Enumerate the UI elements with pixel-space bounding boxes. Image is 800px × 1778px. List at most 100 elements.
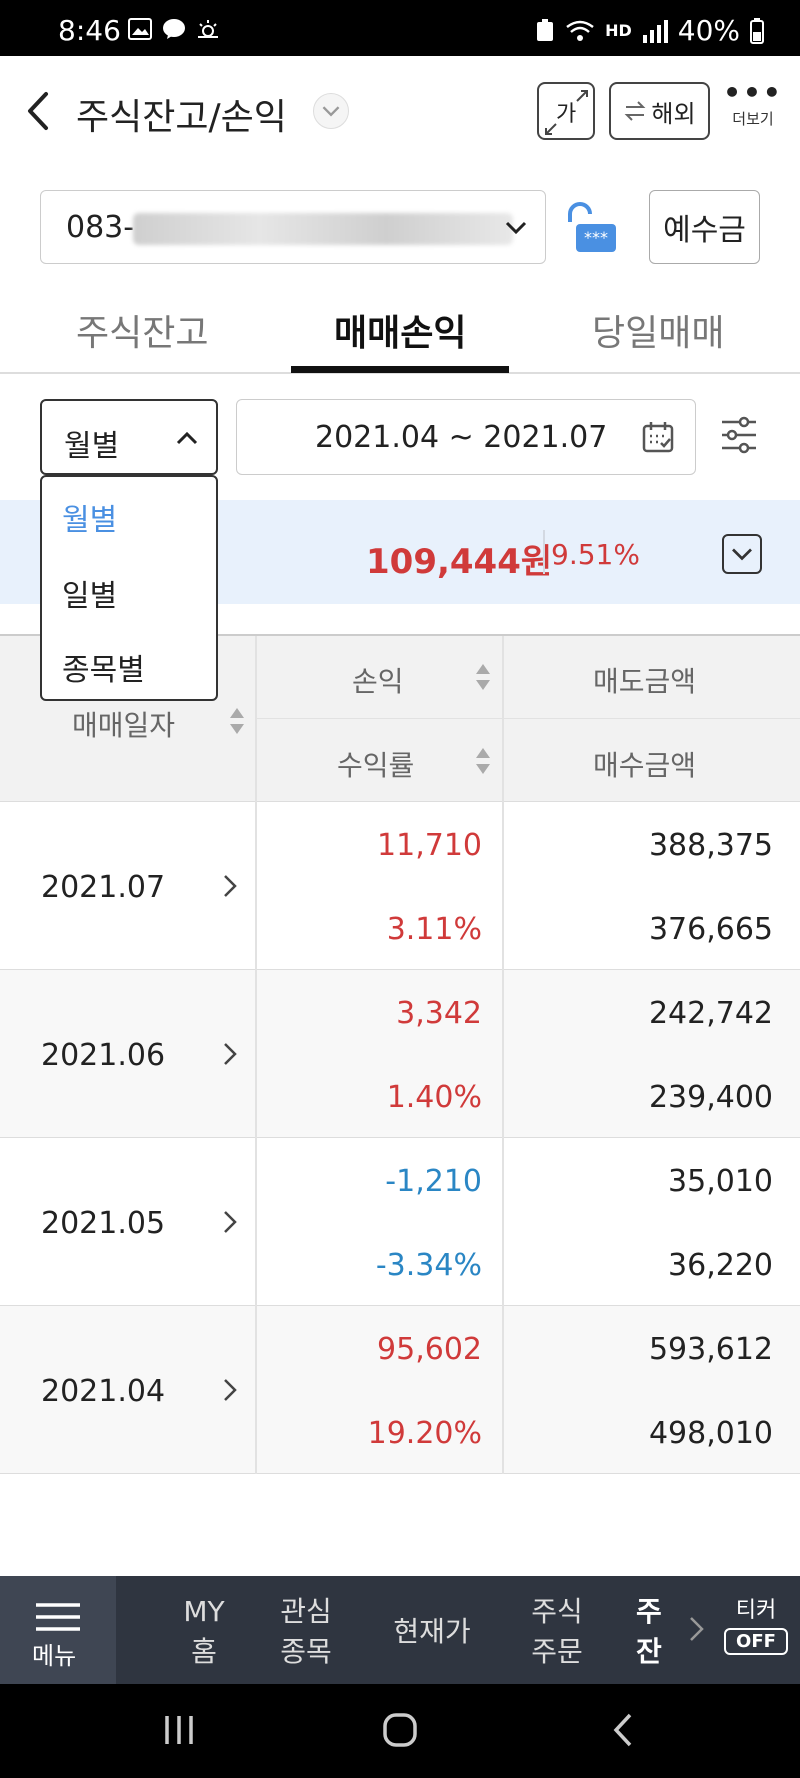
nav-watchlist[interactable]: 관심 종목 (275, 1592, 337, 1672)
title-dropdown-icon[interactable] (313, 93, 349, 129)
status-right: HD 40% (535, 14, 764, 47)
chevron-right-icon (224, 1211, 237, 1233)
battery-icon (750, 17, 764, 44)
row-sell-amount: 593,612 (648, 1332, 773, 1367)
tab-trading-profit[interactable]: 매매손익 (334, 304, 466, 356)
account-number: 083- (66, 210, 135, 245)
chevron-right-icon[interactable] (686, 1614, 708, 1644)
nav-label: MY (183, 1595, 225, 1628)
row-date: 2021.04 (41, 1374, 166, 1409)
cell-divider (255, 802, 257, 970)
nav-label: 홈 (191, 1635, 217, 1668)
header-rate[interactable]: 수익률 (337, 744, 414, 784)
total-profit-rate: 9.51% (551, 538, 640, 571)
back-icon[interactable] (18, 86, 58, 136)
chevron-down-icon (505, 221, 527, 235)
system-nav-bar (0, 1684, 800, 1778)
back-nav-icon[interactable] (610, 1712, 636, 1748)
sort-icon[interactable] (228, 706, 246, 736)
row-rate: 3.11% (386, 912, 482, 947)
header-date[interactable]: 매매일자 (72, 704, 175, 744)
row-date: 2021.07 (41, 870, 166, 905)
chevron-right-icon (224, 1043, 237, 1065)
cell-divider (502, 802, 504, 970)
shrink-arrow-icon (545, 123, 557, 135)
period-option-by-stock[interactable]: 종목별 (62, 645, 145, 689)
table-row[interactable]: 2021.04 95,602 19.20% 593,612 498,010 (0, 1306, 800, 1474)
more-icon: ••• (723, 76, 783, 109)
period-option-daily[interactable]: 일별 (62, 571, 117, 615)
ticker-toggle[interactable]: 티커 OFF (724, 1592, 788, 1655)
status-left-icons (128, 18, 220, 40)
signal-icon (642, 19, 668, 43)
nav-my-home[interactable]: MY 홈 (180, 1592, 228, 1672)
deposit-button[interactable]: 예수금 (649, 190, 760, 264)
summary-divider (543, 530, 545, 574)
period-select[interactable]: 월별 (40, 399, 218, 475)
row-sell-amount: 388,375 (648, 828, 773, 863)
nav-current-price[interactable]: 현재가 (388, 1612, 476, 1652)
settings-sliders-icon[interactable] (718, 414, 760, 456)
hd-voice-label: HD (605, 21, 632, 40)
sort-icon[interactable] (474, 662, 492, 692)
recent-apps-icon[interactable] (162, 1714, 196, 1746)
nav-stock-order[interactable]: 주식 주문 (526, 1592, 588, 1672)
row-date: 2021.06 (41, 1038, 166, 1073)
header-divider (502, 636, 504, 804)
svg-text:***: *** (584, 228, 608, 247)
nav-label: 주식 (531, 1595, 583, 1628)
ticker-label: 티커 (735, 1598, 777, 1623)
battery-percent: 40% (677, 14, 740, 47)
header-profit[interactable]: 손익 (352, 660, 404, 700)
date-range-value: 2021.04 ~ 2021.07 (315, 420, 608, 455)
chevron-up-icon (176, 431, 198, 445)
row-profit: 3,342 (396, 996, 482, 1031)
row-buy-amount: 376,665 (648, 912, 773, 947)
chevron-right-icon (224, 1379, 237, 1401)
period-option-monthly[interactable]: 월별 (62, 495, 117, 539)
row-rate: 19.20% (367, 1416, 482, 1451)
nav-label: 주문 (531, 1635, 583, 1668)
status-time: 8:46 (58, 14, 121, 47)
table-row[interactable]: 2021.07 11,710 3.11% 388,375 376,665 (0, 802, 800, 970)
tab-stock-balance[interactable]: 주식잔고 (76, 304, 208, 356)
font-size-button[interactable]: 가 (537, 82, 595, 140)
table-row[interactable]: 2021.05 -1,210 -3.34% 35,010 36,220 (0, 1138, 800, 1306)
expand-summary-icon[interactable] (722, 534, 762, 574)
cell-divider (502, 1138, 504, 1306)
tab-daily-trading[interactable]: 당일매매 (592, 304, 724, 356)
period-selected-value: 월별 (64, 429, 120, 464)
battery-saver-icon (537, 18, 554, 41)
app-header: 주식잔고/손익 가 해외 ••• 더보기 (0, 56, 800, 168)
hamburger-icon (36, 1603, 80, 1631)
row-profit: 11,710 (377, 828, 482, 863)
gallery-icon (128, 18, 152, 40)
header-buy-amount: 매수금액 (593, 749, 697, 782)
cell-divider (502, 1306, 504, 1474)
account-selector[interactable]: 083- (40, 190, 546, 264)
nav-label: 관심 (280, 1595, 332, 1628)
home-icon[interactable] (382, 1712, 418, 1748)
date-range-field[interactable]: 2021.04 ~ 2021.07 (236, 399, 696, 475)
sort-icon[interactable] (474, 746, 492, 776)
page-title: 주식잔고/손익 (76, 97, 287, 138)
more-button[interactable]: ••• 더보기 (722, 76, 784, 152)
account-number-masked (133, 213, 513, 245)
menu-button[interactable]: 메뉴 (0, 1576, 116, 1684)
header-divider (255, 636, 257, 804)
cell-divider (255, 1138, 257, 1306)
row-buy-amount: 498,010 (648, 1416, 773, 1451)
table-row[interactable]: 2021.06 3,342 1.40% 242,742 239,400 (0, 970, 800, 1138)
overseas-label: 해외 (651, 99, 696, 128)
bottom-nav: 메뉴 MY 홈 관심 종목 현재가 주식 주문 주 잔 티커 OFF (0, 1576, 800, 1684)
row-rate: 1.40% (386, 1080, 482, 1115)
row-sell-amount: 35,010 (668, 1164, 773, 1199)
overseas-button[interactable]: 해외 (609, 82, 710, 140)
nav-label: 현재가 (393, 1615, 471, 1648)
calendar-icon[interactable] (641, 420, 675, 454)
cell-divider (255, 1306, 257, 1474)
nav-stock-balance-active[interactable]: 주 잔 (636, 1592, 664, 1672)
unlock-icon[interactable]: *** (562, 200, 618, 256)
chevron-right-icon (224, 875, 237, 897)
nav-label: 주 (636, 1595, 662, 1628)
